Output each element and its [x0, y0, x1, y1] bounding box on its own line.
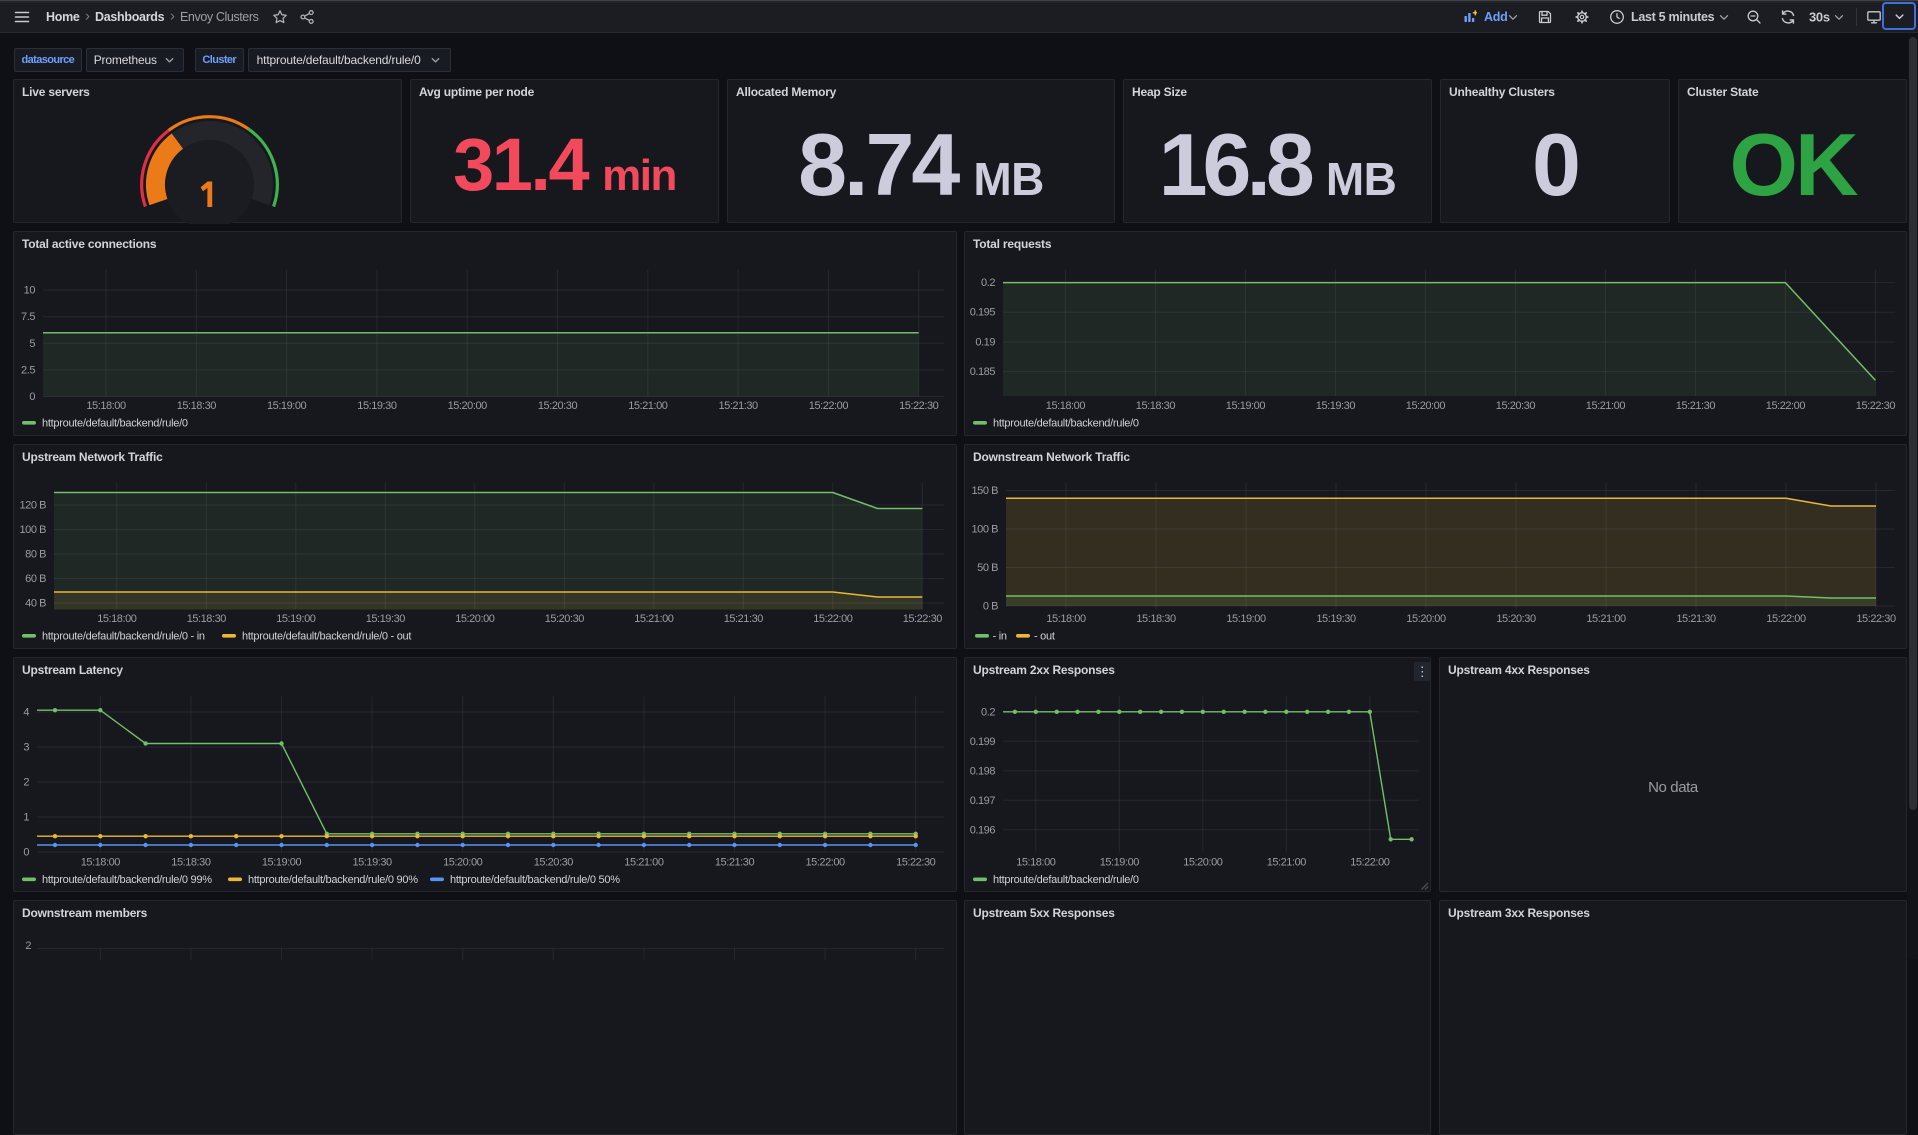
svg-text:httproute/default/backend/rule: httproute/default/backend/rule/0 - in — [42, 631, 205, 643]
svg-text:7.5: 7.5 — [21, 311, 35, 323]
svg-text:15:18:30: 15:18:30 — [1136, 400, 1176, 412]
svg-text:10: 10 — [24, 285, 36, 297]
svg-text:0: 0 — [29, 391, 35, 403]
svg-text:15:22:30: 15:22:30 — [903, 613, 943, 625]
svg-text:- in: - in — [993, 631, 1007, 643]
svg-text:15:21:30: 15:21:30 — [718, 400, 758, 412]
svg-text:120 B: 120 B — [20, 500, 47, 512]
svg-text:15:20:00: 15:20:00 — [448, 400, 488, 412]
svg-text:15:18:00: 15:18:00 — [86, 400, 126, 412]
svg-text:15:22:30: 15:22:30 — [896, 857, 936, 869]
svg-text:15:18:30: 15:18:30 — [171, 857, 211, 869]
svg-text:0.199: 0.199 — [970, 736, 996, 748]
svg-text:0.2: 0.2 — [981, 706, 995, 718]
svg-text:15:20:00: 15:20:00 — [1406, 400, 1446, 412]
svg-text:httproute/default/backend/rule: httproute/default/backend/rule/0 90% — [248, 874, 418, 886]
svg-text:httproute/default/backend/rule: httproute/default/backend/rule/0 — [993, 874, 1139, 886]
svg-text:15:21:00: 15:21:00 — [628, 400, 668, 412]
svg-text:15:20:30: 15:20:30 — [538, 400, 578, 412]
svg-text:15:19:00: 15:19:00 — [1100, 857, 1140, 869]
svg-text:15:18:30: 15:18:30 — [1136, 613, 1176, 625]
svg-text:15:20:00: 15:20:00 — [443, 857, 483, 869]
svg-text:15:22:00: 15:22:00 — [1766, 613, 1806, 625]
svg-text:15:18:00: 15:18:00 — [1016, 857, 1056, 869]
svg-text:15:20:00: 15:20:00 — [1183, 857, 1223, 869]
svg-text:httproute/default/backend/rule: httproute/default/backend/rule/0 99% — [42, 874, 212, 886]
svg-text:0.197: 0.197 — [970, 795, 996, 807]
svg-text:15:22:30: 15:22:30 — [1856, 400, 1896, 412]
svg-text:40 B: 40 B — [25, 598, 46, 610]
svg-text:0.195: 0.195 — [970, 307, 996, 319]
svg-text:2: 2 — [25, 940, 31, 952]
svg-text:15:18:00: 15:18:00 — [1046, 613, 1086, 625]
svg-text:60 B: 60 B — [25, 573, 46, 585]
svg-text:15:22:00: 15:22:00 — [805, 857, 845, 869]
svg-text:15:22:00: 15:22:00 — [809, 400, 849, 412]
svg-text:15:22:30: 15:22:30 — [899, 400, 939, 412]
svg-text:2: 2 — [23, 777, 29, 789]
svg-text:5: 5 — [29, 338, 35, 350]
svg-text:50 B: 50 B — [977, 562, 998, 574]
svg-text:0.19: 0.19 — [975, 337, 995, 349]
svg-text:15:18:00: 15:18:00 — [97, 613, 137, 625]
svg-text:0.185: 0.185 — [970, 366, 996, 378]
svg-text:15:21:30: 15:21:30 — [1676, 613, 1716, 625]
svg-text:15:19:30: 15:19:30 — [357, 400, 397, 412]
svg-text:15:20:30: 15:20:30 — [1496, 400, 1536, 412]
svg-text:15:20:30: 15:20:30 — [545, 613, 585, 625]
svg-text:100 B: 100 B — [20, 524, 47, 536]
svg-text:15:19:30: 15:19:30 — [352, 857, 392, 869]
svg-text:0.2: 0.2 — [981, 277, 995, 289]
svg-text:15:21:00: 15:21:00 — [1267, 857, 1307, 869]
svg-text:15:19:00: 15:19:00 — [1226, 400, 1266, 412]
svg-text:1: 1 — [23, 812, 29, 824]
svg-text:2.5: 2.5 — [21, 364, 35, 376]
svg-text:15:18:00: 15:18:00 — [81, 857, 121, 869]
svg-text:15:19:30: 15:19:30 — [1316, 613, 1356, 625]
svg-text:- out: - out — [1034, 631, 1055, 643]
svg-text:15:21:00: 15:21:00 — [624, 857, 664, 869]
svg-text:15:19:30: 15:19:30 — [1316, 400, 1356, 412]
svg-text:100 B: 100 B — [972, 524, 999, 536]
svg-text:15:19:00: 15:19:00 — [267, 400, 307, 412]
svg-text:15:19:00: 15:19:00 — [1226, 613, 1266, 625]
svg-text:15:22:00: 15:22:00 — [813, 613, 853, 625]
svg-text:0 B: 0 B — [983, 601, 998, 613]
svg-text:0.196: 0.196 — [970, 824, 996, 836]
svg-text:15:20:30: 15:20:30 — [534, 857, 574, 869]
svg-text:150 B: 150 B — [972, 485, 999, 497]
svg-text:15:21:30: 15:21:30 — [724, 613, 764, 625]
svg-text:4: 4 — [23, 707, 29, 719]
svg-text:httproute/default/backend/rule: httproute/default/backend/rule/0 50% — [450, 874, 620, 886]
svg-text:15:19:00: 15:19:00 — [262, 857, 302, 869]
svg-text:15:20:00: 15:20:00 — [455, 613, 495, 625]
svg-text:0.198: 0.198 — [970, 765, 996, 777]
svg-text:15:19:00: 15:19:00 — [276, 613, 316, 625]
svg-text:15:20:30: 15:20:30 — [1496, 613, 1536, 625]
svg-text:httproute/default/backend/rule: httproute/default/backend/rule/0 — [993, 418, 1139, 430]
svg-text:15:20:00: 15:20:00 — [1406, 613, 1446, 625]
svg-text:httproute/default/backend/rule: httproute/default/backend/rule/0 - out — [242, 631, 411, 643]
svg-text:15:18:30: 15:18:30 — [177, 400, 217, 412]
svg-text:15:22:00: 15:22:00 — [1766, 400, 1806, 412]
svg-text:15:21:00: 15:21:00 — [1586, 400, 1626, 412]
svg-text:15:21:30: 15:21:30 — [715, 857, 755, 869]
svg-text:15:21:30: 15:21:30 — [1676, 400, 1716, 412]
svg-text:15:21:00: 15:21:00 — [634, 613, 674, 625]
svg-text:0: 0 — [23, 847, 29, 859]
svg-text:15:19:30: 15:19:30 — [366, 613, 406, 625]
svg-text:15:21:00: 15:21:00 — [1586, 613, 1626, 625]
svg-text:3: 3 — [23, 742, 29, 754]
svg-text:15:22:30: 15:22:30 — [1856, 613, 1896, 625]
svg-text:httproute/default/backend/rule: httproute/default/backend/rule/0 — [42, 418, 188, 430]
svg-text:15:18:00: 15:18:00 — [1046, 400, 1086, 412]
svg-text:15:18:30: 15:18:30 — [187, 613, 227, 625]
svg-text:15:22:00: 15:22:00 — [1350, 857, 1390, 869]
svg-text:80 B: 80 B — [25, 549, 46, 561]
